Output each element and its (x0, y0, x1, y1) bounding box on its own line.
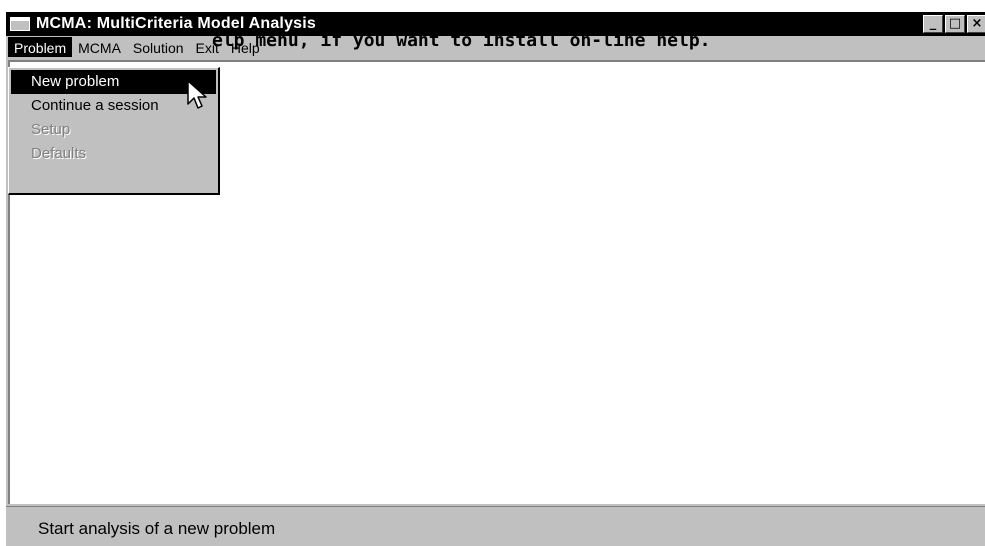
menu-item-setup: Setup (31, 121, 71, 138)
menu-item-continue-session[interactable]: Continue a session (11, 94, 216, 118)
menu-item-new-problem[interactable]: New problem (11, 70, 216, 94)
minimize-button[interactable]: _ (923, 15, 943, 33)
close-button[interactable]: × (967, 15, 985, 33)
menu-problem-label: Problem (14, 40, 67, 56)
menu-mcma[interactable]: MCMA (72, 37, 127, 57)
menu-item-defaults: Defaults (31, 145, 87, 162)
menu-solution[interactable]: Solution (127, 37, 190, 57)
menu-solution-label: Solution (132, 40, 184, 56)
menu-problem[interactable]: Problem (8, 37, 73, 57)
window-controls: _ □ × (923, 15, 985, 33)
arrow-cursor-icon (187, 80, 207, 109)
status-bar: Start analysis of a new problem (6, 506, 985, 546)
help-message: elp menu, if you want to install on-line… (212, 30, 711, 51)
menu-mcma-label: MCMA (78, 40, 121, 56)
maximize-button[interactable]: □ (945, 15, 965, 33)
window-icon[interactable] (10, 17, 30, 31)
status-text: Start analysis of a new problem (38, 519, 276, 538)
